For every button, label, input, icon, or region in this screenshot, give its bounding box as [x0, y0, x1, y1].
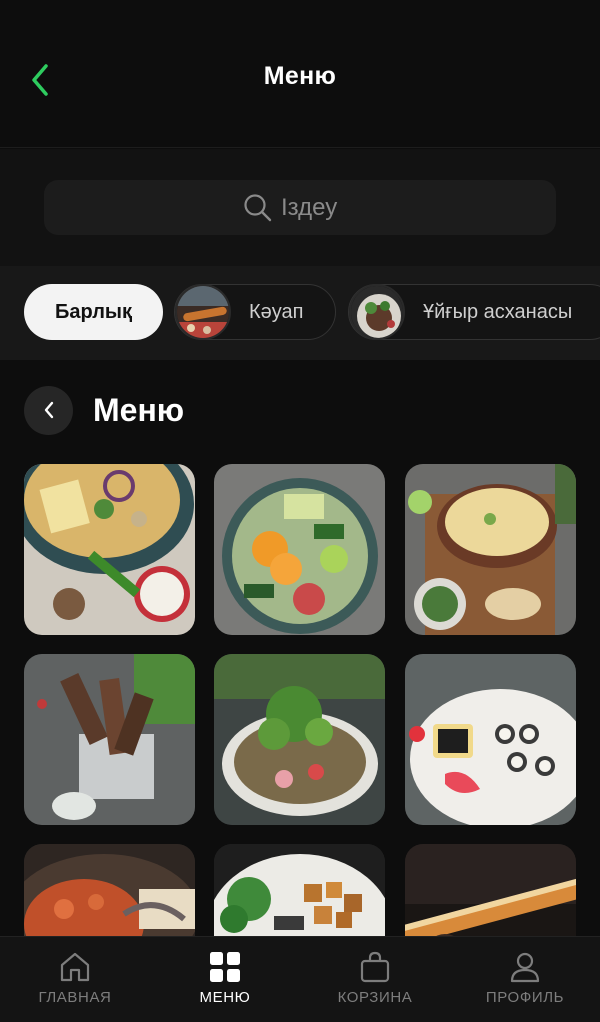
menu-item-stew[interactable] — [24, 844, 195, 936]
category-label: Барлық — [54, 300, 132, 323]
section-title: Меню — [93, 391, 185, 428]
tab-menu[interactable]: МЕНЮ — [150, 951, 300, 1006]
user-icon — [510, 952, 540, 983]
header: Меню — [0, 0, 600, 148]
grid-icon — [210, 952, 240, 982]
category-thumbnail — [349, 284, 405, 340]
chevron-left-icon — [44, 401, 53, 419]
search-bar[interactable] — [44, 180, 556, 235]
menu-item-warm-salad[interactable] — [214, 654, 385, 825]
menu-item-sushi[interactable] — [405, 654, 576, 825]
menu-item-baked-dish[interactable] — [405, 464, 576, 635]
tab-label: ПРОФИЛЬ — [485, 989, 565, 1006]
tab-home[interactable]: ГЛАВНАЯ — [0, 951, 150, 1006]
category-chip-uyghur[interactable]: Ұйғыр асханасы — [348, 284, 600, 340]
section-back-button[interactable] — [24, 385, 73, 435]
tab-label: КОРЗИНА — [337, 989, 413, 1006]
menu-item-soup[interactable] — [24, 464, 195, 635]
category-chip-kebab[interactable]: Кәуап — [174, 284, 336, 340]
category-bar: Барлық Кәуап Ұйғыр асханасы — [0, 266, 600, 360]
tab-cart[interactable]: КОРЗИНА — [300, 951, 450, 1006]
category-chip-all[interactable]: Барлық — [24, 284, 163, 340]
page-title: Меню — [263, 62, 337, 90]
tab-profile[interactable]: ПРОФИЛЬ — [450, 951, 600, 1006]
menu-item-croutons[interactable] — [24, 654, 195, 825]
tab-label: ГЛАВНАЯ — [38, 989, 112, 1006]
category-label: Кәуап — [249, 300, 304, 323]
search-icon — [244, 193, 272, 221]
menu-item-salad[interactable] — [214, 464, 385, 635]
bottom-tab-bar: ГЛАВНАЯ МЕНЮ КОРЗИНА ПРОФИЛЬ — [0, 936, 600, 1022]
tab-label: МЕНЮ — [199, 989, 251, 1006]
category-thumbnail — [175, 284, 231, 340]
bag-icon — [360, 951, 390, 983]
home-icon — [60, 952, 90, 982]
search-input[interactable] — [281, 193, 357, 222]
menu-item-potatoes[interactable] — [214, 844, 385, 936]
menu-grid — [24, 464, 576, 936]
menu-item-kebab[interactable] — [405, 844, 576, 936]
category-label: Ұйғыр асханасы — [423, 300, 573, 323]
section-header: Меню — [24, 385, 184, 435]
search-section — [0, 149, 600, 266]
